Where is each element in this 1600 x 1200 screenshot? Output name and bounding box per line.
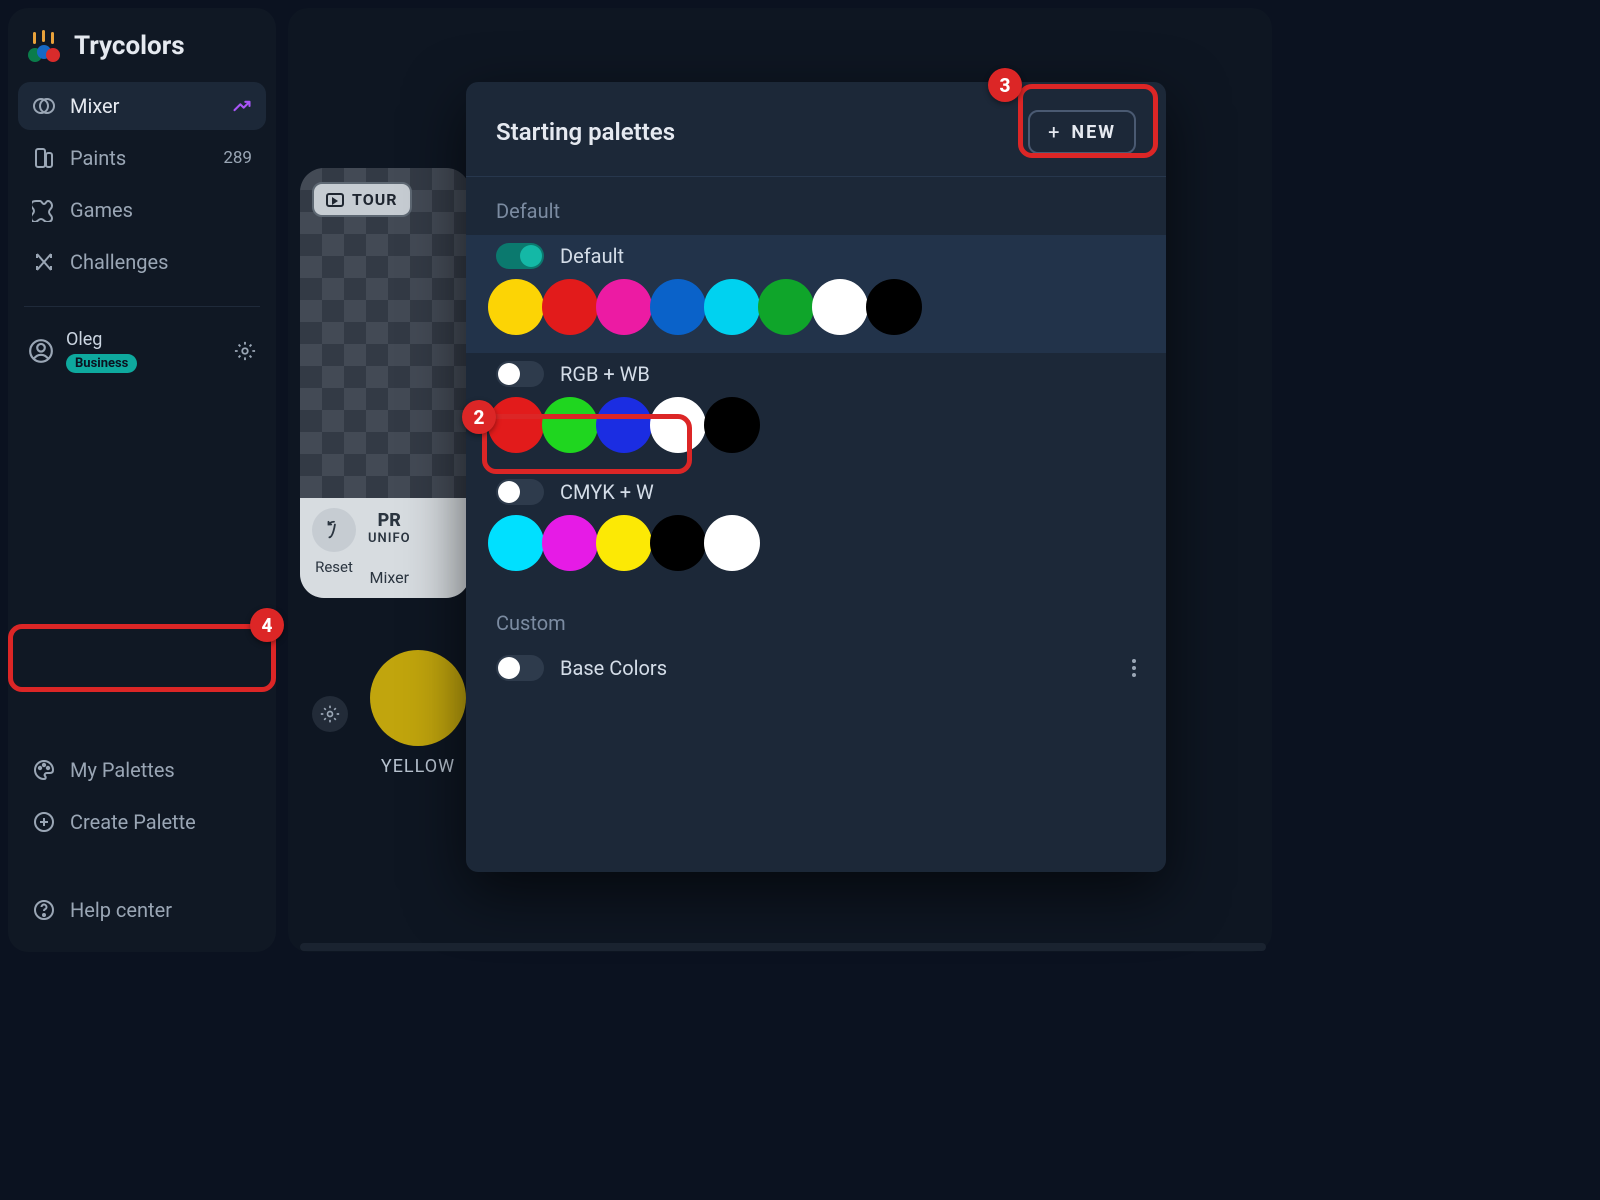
section-default: Default: [466, 177, 1166, 235]
user-icon: [28, 338, 54, 364]
toggle-base[interactable]: [496, 655, 544, 681]
starting-palettes-modal: Starting palettes + NEW Default Default: [466, 82, 1166, 872]
mixer-label: Mixer: [370, 568, 410, 587]
logo-icon: [26, 28, 62, 64]
nav-label: Mixer: [70, 94, 218, 118]
new-palette-button[interactable]: + NEW: [1028, 110, 1136, 154]
marker-4: 4: [250, 608, 284, 642]
modal-header: Starting palettes + NEW: [466, 82, 1166, 177]
logo[interactable]: Trycolors: [18, 22, 266, 82]
new-label: NEW: [1071, 122, 1116, 143]
nav-label: Games: [70, 198, 252, 222]
palette-colors: [490, 515, 1136, 571]
tour-button[interactable]: TOUR: [312, 182, 412, 217]
palette-name: Base Colors: [560, 656, 667, 680]
paints-count: 289: [223, 148, 252, 168]
swatch-row: YELLOW: [312, 650, 466, 777]
nav-label: My Palettes: [70, 758, 252, 782]
nav-challenges[interactable]: Challenges: [18, 238, 266, 286]
nav-label: Challenges: [70, 250, 252, 274]
modal-title: Starting palettes: [496, 118, 675, 146]
palette-name: RGB + WB: [560, 362, 650, 386]
nav-help[interactable]: Help center: [18, 886, 266, 934]
palette-name: Default: [560, 244, 624, 268]
palette-rgbwb[interactable]: RGB + WB: [466, 353, 1166, 471]
mixer-icon: [32, 94, 56, 118]
games-icon: [32, 198, 56, 222]
user-badge: Business: [66, 354, 137, 373]
marker-2: 2: [462, 400, 496, 434]
app-title: Trycolors: [74, 31, 185, 61]
section-custom: Custom: [466, 589, 1166, 647]
palette-cmykw[interactable]: CMYK + W: [466, 471, 1166, 589]
plus-circle-icon: [32, 810, 56, 834]
settings-icon[interactable]: [234, 340, 256, 362]
nav-paints[interactable]: Paints 289: [18, 134, 266, 182]
card-subtitle: UNIFO: [368, 531, 411, 546]
play-icon: [326, 193, 344, 207]
sidebar: Trycolors Mixer Paints 289 Games Challen…: [8, 8, 276, 952]
help-icon: [32, 898, 56, 922]
tour-label: TOUR: [352, 190, 398, 209]
swatch-settings-button[interactable]: [312, 696, 348, 732]
palette-default[interactable]: Default: [466, 235, 1166, 353]
reset-label: Reset: [315, 558, 353, 576]
card-title: PR: [378, 510, 401, 531]
divider: [24, 306, 260, 307]
trend-icon: [232, 96, 252, 116]
marker-3: 3: [988, 68, 1022, 102]
toggle-default[interactable]: [496, 243, 544, 269]
swatch-name: YELLOW: [381, 756, 455, 777]
nav-mixer[interactable]: Mixer: [18, 82, 266, 130]
toggle-rgbwb[interactable]: [496, 361, 544, 387]
modal-body[interactable]: Default Default RGB + WB: [466, 177, 1166, 872]
nav-label: Help center: [70, 898, 252, 922]
user-row[interactable]: Oleg Business: [18, 323, 266, 379]
nav-create-palette[interactable]: Create Palette: [18, 798, 266, 846]
reset-button[interactable]: Reset: [312, 508, 356, 576]
palette-name: CMYK + W: [560, 480, 654, 504]
toggle-cmykw[interactable]: [496, 479, 544, 505]
swatch-yellow[interactable]: YELLOW: [370, 650, 466, 777]
paints-icon: [32, 146, 56, 170]
nav-label: Create Palette: [70, 810, 252, 834]
palette-icon: [32, 758, 56, 782]
palette-colors: [490, 397, 1136, 453]
nav-my-palettes[interactable]: My Palettes: [18, 746, 266, 794]
palette-colors: [490, 279, 1136, 335]
nav-label: Paints: [70, 146, 209, 170]
more-button[interactable]: [1132, 659, 1136, 677]
swatch-ball: [370, 650, 466, 746]
palette-base-colors[interactable]: Base Colors: [466, 647, 1166, 709]
bottom-scrollbar[interactable]: [300, 943, 1266, 951]
plus-icon: +: [1048, 120, 1061, 144]
user-name: Oleg: [66, 329, 222, 350]
card-toolbar: Reset PR UNIFO Mixer: [300, 498, 470, 598]
nav-games[interactable]: Games: [18, 186, 266, 234]
challenges-icon: [32, 250, 56, 274]
preview-card: TOUR Reset PR UNIFO Mixer: [300, 168, 470, 598]
